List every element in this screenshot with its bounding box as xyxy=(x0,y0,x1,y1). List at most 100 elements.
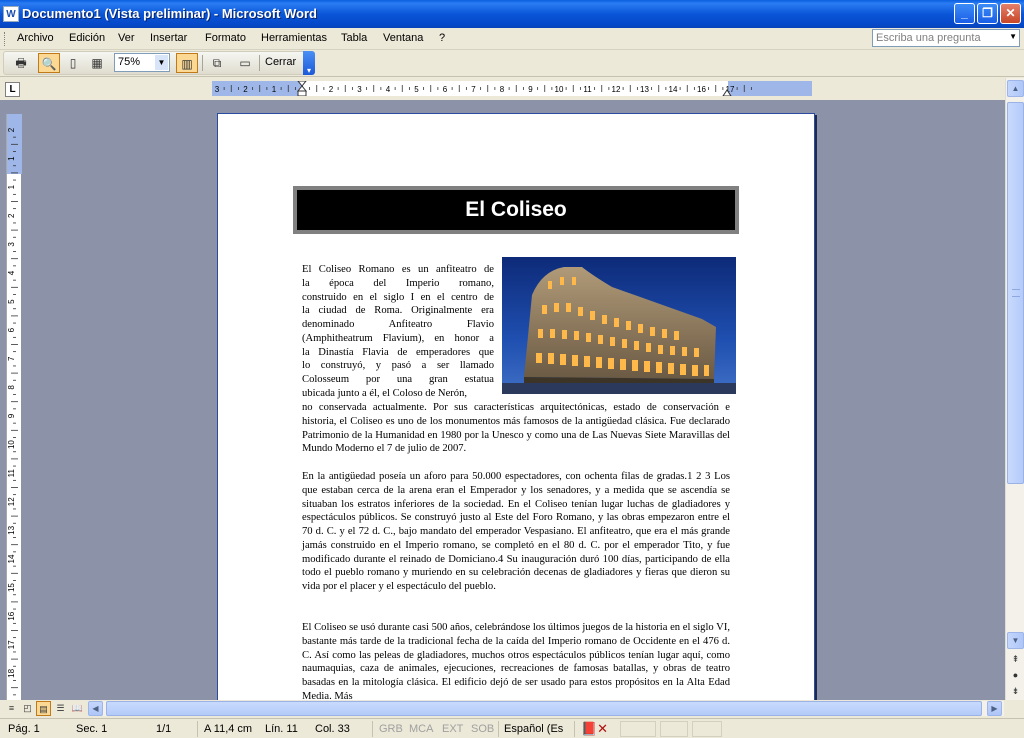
status-macro-record[interactable]: GRB xyxy=(379,723,403,735)
vertical-ruler-label: 14 xyxy=(7,554,16,563)
toolbar-separator xyxy=(259,55,260,71)
vertical-ruler-label: 2 xyxy=(7,213,16,218)
ask-question-input[interactable]: Escriba una pregunta ▼ xyxy=(872,29,1020,47)
ruler-label: 16 xyxy=(697,85,706,94)
menu-tabla[interactable]: Tabla xyxy=(341,32,367,44)
vertical-scrollbar[interactable]: ▲ ▼ ⇞ ● ⇟ xyxy=(1005,78,1024,700)
ruler-label: 7 xyxy=(471,85,476,94)
paragraph-3: El Coliseo se usó durante casi 500 años,… xyxy=(302,622,730,700)
outline-view-icon[interactable]: ☰ xyxy=(53,701,68,716)
menu-ventana[interactable]: Ventana xyxy=(383,32,423,44)
ruler-label: 2 xyxy=(329,85,334,94)
status-extend[interactable]: EXT xyxy=(442,723,463,735)
horizontal-scroll-thumb[interactable] xyxy=(106,701,982,716)
ruler-label: 6 xyxy=(443,85,448,94)
multiple-pages-icon[interactable]: ▦ xyxy=(86,53,108,73)
vertical-ruler[interactable]: 2 1 1 2 3 4 5 6 7 8 9 10 11 12 13 14 15 16 17 18 xyxy=(6,114,22,700)
status-track-changes[interactable]: MCA xyxy=(409,723,433,735)
paragraph-1-wrapped: El Coliseo Romano es un anfiteatro de la … xyxy=(302,263,494,401)
menu-grip[interactable] xyxy=(4,32,7,46)
vertical-ruler-label: 7 xyxy=(7,356,16,361)
toolbar-separator xyxy=(202,55,203,71)
word-app-icon[interactable]: W xyxy=(3,6,19,22)
status-separator xyxy=(372,721,373,737)
ruler-label: 4 xyxy=(386,85,391,94)
view-ruler-icon[interactable]: ▥ xyxy=(176,53,198,73)
indent-marker[interactable] xyxy=(296,81,308,96)
vertical-ruler-label: 16 xyxy=(7,611,16,620)
horizontal-scrollbar[interactable]: ◀ ▶ xyxy=(88,701,1004,716)
paragraph-1-line: denominado Anfiteatro Flavio xyxy=(302,319,494,330)
menu-edicion[interactable]: Edición xyxy=(69,32,105,44)
previous-page-icon[interactable]: ⇞ xyxy=(1007,652,1024,667)
status-bar: Pág. 1 Sec. 1 1/1 A 11,4 cm Lín. 11 Col.… xyxy=(0,718,1024,738)
status-overtype[interactable]: SOB xyxy=(471,723,494,735)
print-icon[interactable]: 🖶 xyxy=(10,53,32,73)
ruler-label: 12 xyxy=(612,85,621,94)
restore-button[interactable]: ❐ xyxy=(977,3,998,24)
vertical-ruler-label: 15 xyxy=(7,583,16,592)
vertical-ruler-label: 11 xyxy=(7,469,16,478)
minimize-button[interactable]: _ xyxy=(954,3,975,24)
vertical-ruler-label: 9 xyxy=(7,413,16,418)
status-empty-panel xyxy=(620,721,656,737)
full-screen-icon[interactable]: ▭ xyxy=(234,53,256,73)
next-page-icon[interactable]: ⇟ xyxy=(1007,684,1024,699)
paragraph-1-line: la época del Imperio romano, xyxy=(302,277,494,289)
tab-selector-icon[interactable]: L xyxy=(5,82,20,97)
vertical-ruler-label: 17 xyxy=(7,640,16,649)
vertical-ruler-label: 1 xyxy=(7,156,16,161)
close-window-button[interactable]: ✕ xyxy=(1000,3,1021,24)
ruler-label: 2 xyxy=(243,85,248,94)
zoom-select[interactable]: 75% ▼ xyxy=(114,53,170,72)
ruler-label: 8 xyxy=(500,85,505,94)
colosseum-image[interactable] xyxy=(502,257,736,394)
reading-layout-icon[interactable]: 📖 xyxy=(70,701,85,716)
one-page-icon[interactable]: ▯ xyxy=(62,53,84,73)
menu-ver[interactable]: Ver xyxy=(118,32,135,44)
horizontal-ruler[interactable]: 32112345678910111213141617 xyxy=(212,81,812,96)
ruler-label: 11 xyxy=(583,85,592,94)
title-bar: W Documento1 (Vista preliminar) - Micros… xyxy=(0,0,1024,28)
ruler-label: 13 xyxy=(640,85,649,94)
ruler-label: 14 xyxy=(669,85,678,94)
status-position: A 11,4 cm xyxy=(204,723,253,735)
status-separator xyxy=(498,721,499,737)
close-preview-button[interactable]: Cerrar xyxy=(265,56,296,68)
document-title: El Coliseo xyxy=(297,190,735,230)
menu-herramientas[interactable]: Herramientas xyxy=(261,32,327,44)
browse-object-icon[interactable]: ● xyxy=(1007,668,1024,683)
vertical-ruler-label: 6 xyxy=(7,327,16,332)
menu-formato[interactable]: Formato xyxy=(205,32,246,44)
spelling-check-icon[interactable]: 📕✕ xyxy=(581,721,608,737)
menu-archivo[interactable]: Archivo xyxy=(17,32,54,44)
scroll-left-icon[interactable]: ◀ xyxy=(88,701,103,716)
shrink-to-fit-icon[interactable]: ⧉ xyxy=(206,53,228,73)
print-layout-icon[interactable]: ▤ xyxy=(36,701,51,716)
colosseum-photo xyxy=(502,257,736,394)
document-page[interactable]: El Coliseo El Coliseo Romano es un anfit… xyxy=(217,113,815,700)
menu-help[interactable]: ? xyxy=(439,32,445,44)
chevron-down-icon[interactable]: ▼ xyxy=(1009,32,1017,41)
title-box: El Coliseo xyxy=(293,186,739,234)
scroll-down-icon[interactable]: ▼ xyxy=(1007,632,1024,649)
normal-view-icon[interactable]: ≡ xyxy=(4,701,19,716)
paragraph-2: En la antigüedad poseía un aforo para 50… xyxy=(302,471,730,592)
chevron-down-icon[interactable]: ▼ xyxy=(155,55,168,70)
scroll-right-icon[interactable]: ▶ xyxy=(987,701,1002,716)
vertical-scroll-thumb[interactable] xyxy=(1007,102,1024,484)
horizontal-scroll-row: ≡ ◰ ▤ ☰ 📖 ◀ ▶ xyxy=(0,700,1024,717)
status-page: Pág. 1 xyxy=(8,723,40,735)
web-layout-icon[interactable]: ◰ xyxy=(20,701,35,716)
status-language[interactable]: Español (Es xyxy=(504,723,563,735)
menu-bar: Archivo Edición Ver Insertar Formato Her… xyxy=(0,28,1024,50)
magnifier-icon[interactable]: 🔍 xyxy=(38,53,60,73)
menu-insertar[interactable]: Insertar xyxy=(150,32,187,44)
preview-toolbar: 🖶 🔍 ▯ ▦ 75% ▼ ▥ ⧉ ▭ Cerrar ▾ xyxy=(0,50,1024,77)
toolbar-options-icon[interactable]: ▾ xyxy=(303,51,315,75)
scroll-up-icon[interactable]: ▲ xyxy=(1007,80,1024,97)
vertical-ruler-label: 18 xyxy=(7,668,16,677)
paragraph-1-line: Colosseum por una gran estatua xyxy=(302,374,494,385)
paragraph-1-line: la Dinastía Flavia de emperadores que xyxy=(302,346,494,358)
paragraph-1-line: El Coliseo Romano es un anfiteatro de xyxy=(302,264,494,275)
